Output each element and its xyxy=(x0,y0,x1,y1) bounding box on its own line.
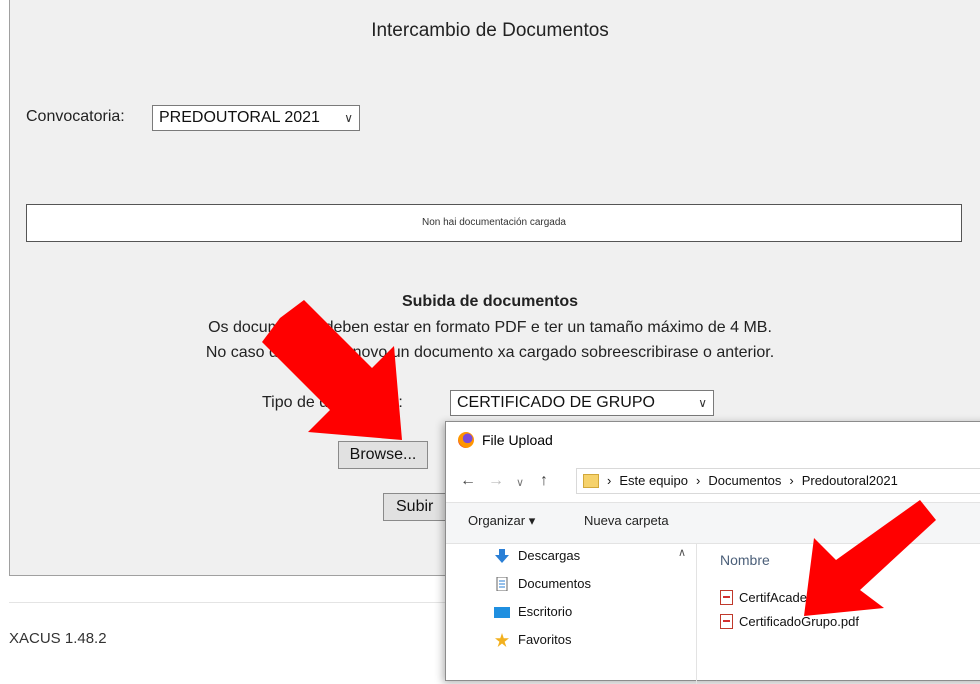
red-arrow-icon xyxy=(804,500,936,616)
path-separator: › xyxy=(789,473,794,488)
document-icon xyxy=(496,576,508,591)
path-segment[interactable]: Documentos xyxy=(708,469,781,493)
scroll-up-icon[interactable]: ∧ xyxy=(678,546,686,559)
column-header-name[interactable]: Nombre xyxy=(720,552,770,568)
pdf-icon xyxy=(720,590,733,605)
sidebar-item-documentos[interactable]: Documentos xyxy=(494,576,591,591)
convocatoria-label: Convocatoria: xyxy=(26,108,125,125)
organize-button[interactable]: Organizar ▾ xyxy=(468,513,535,529)
sidebar-item-label: Documentos xyxy=(518,576,591,591)
recent-chevron-icon[interactable]: ∨ xyxy=(516,476,524,489)
chevron-down-icon: ∨ xyxy=(344,111,353,125)
path-segment[interactable]: Este equipo xyxy=(619,469,688,493)
upload-title: Subida de documentos xyxy=(401,293,578,310)
pdf-icon xyxy=(720,614,733,629)
dialog-sidebar: ∧ Descargas Documentos Escritorio Favori… xyxy=(446,544,697,684)
back-arrow-icon[interactable]: ← xyxy=(460,472,476,490)
firefox-icon xyxy=(458,432,474,448)
upload-instructions-1: Os documentos deben estar en formato PDF… xyxy=(208,319,772,336)
tipo-documento-select[interactable]: CERTIFICADO DE GRUPO ∨ xyxy=(450,390,714,416)
new-folder-button[interactable]: Nueva carpeta xyxy=(584,513,669,528)
convocatoria-select[interactable]: PREDOUTORAL 2021 ∨ xyxy=(152,105,360,131)
sidebar-item-label: Escritorio xyxy=(518,604,573,619)
path-separator: › xyxy=(607,473,612,488)
no-docs-text: Non hai documentación cargada xyxy=(422,217,566,228)
chevron-down-icon: ∨ xyxy=(698,396,707,410)
path-separator: › xyxy=(696,473,701,488)
sidebar-item-descargas[interactable]: Descargas xyxy=(494,548,580,563)
documents-list: Non hai documentación cargada xyxy=(26,204,962,242)
folder-icon xyxy=(583,474,599,488)
red-arrow-icon xyxy=(262,300,402,440)
sidebar-item-escritorio[interactable]: Escritorio xyxy=(494,604,572,619)
footer-version: XACUS 1.48.2 xyxy=(9,630,107,647)
download-icon xyxy=(495,548,509,563)
page-title: Intercambio de Documentos xyxy=(371,20,609,41)
footer-divider xyxy=(9,602,449,603)
sidebar-item-label: Favoritos xyxy=(518,632,572,647)
upload-instructions-2: No caso de subir de novo un documento xa… xyxy=(205,344,775,361)
up-arrow-icon[interactable]: ↑ xyxy=(540,472,548,490)
sidebar-item-favoritos[interactable]: Favoritos xyxy=(494,632,571,647)
desktop-icon xyxy=(494,606,510,618)
convocatoria-value: PREDOUTORAL 2021 xyxy=(159,109,320,126)
tipo-documento-value: CERTIFICADO DE GRUPO xyxy=(457,394,655,411)
star-icon xyxy=(495,632,509,647)
dialog-title: File Upload xyxy=(458,432,553,448)
forward-arrow-icon[interactable]: → xyxy=(488,472,504,490)
dialog-title-text: File Upload xyxy=(482,432,553,448)
sidebar-item-label: Descargas xyxy=(518,548,581,563)
